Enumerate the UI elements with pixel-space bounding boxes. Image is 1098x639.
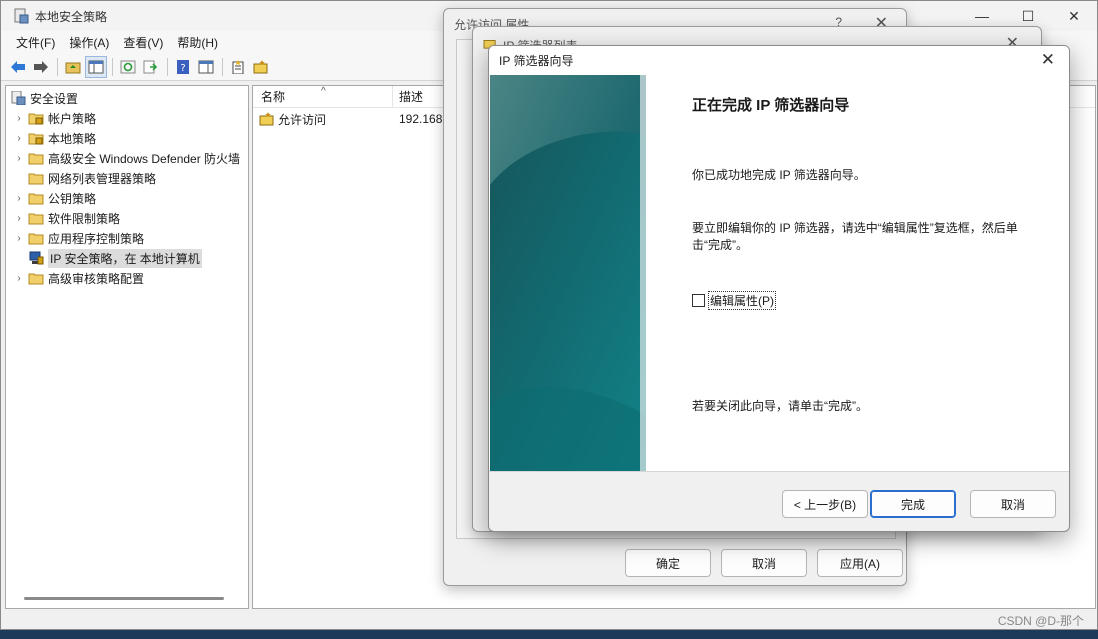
create-ip-policy-button[interactable] (227, 56, 249, 78)
console-tree-icon (88, 60, 104, 73)
new-policy-icon (232, 59, 244, 74)
svg-text:?: ? (180, 63, 185, 74)
chevron-right-icon[interactable]: › (12, 113, 26, 124)
wizard-success-text: 你已成功地完成 IP 筛选器向导。 (692, 168, 866, 182)
edit-properties-checkbox[interactable]: 编辑属性(P) (692, 291, 776, 310)
folder-icon (28, 213, 44, 225)
wizard-banner-image (490, 75, 646, 471)
tree-item-software-restriction[interactable]: › 软件限制策略 (6, 208, 248, 228)
folder-icon (28, 233, 44, 245)
folder-icon (28, 273, 44, 285)
filter-list-icon (259, 112, 274, 126)
tree-item-public-key[interactable]: › 公钥策略 (6, 188, 248, 208)
checkbox-box[interactable] (692, 294, 705, 307)
refresh-button[interactable] (117, 56, 139, 78)
refresh-icon (120, 60, 136, 73)
horizontal-scrollbar[interactable] (24, 597, 224, 600)
security-policy-app-icon (14, 8, 29, 24)
folder-lock-icon (28, 133, 44, 145)
cancel-button[interactable]: 取消 (721, 549, 807, 577)
menu-help[interactable]: 帮助(H) (170, 34, 225, 51)
tree-root[interactable]: 安全设置 (6, 88, 248, 108)
manage-filters-icon (253, 59, 268, 73)
action-pane-icon (198, 60, 214, 73)
close-button[interactable]: ✕ (1051, 1, 1097, 31)
wizard-cancel-button[interactable]: 取消 (970, 490, 1056, 518)
back-step-button[interactable]: < 上一步(B) (782, 490, 868, 518)
chevron-right-icon[interactable]: › (12, 233, 26, 244)
sort-ascending-icon: ^ (321, 86, 326, 97)
show-action-pane-button[interactable] (195, 56, 217, 78)
show-hide-console-tree-button[interactable] (85, 55, 107, 78)
chevron-right-icon[interactable]: › (12, 153, 26, 164)
tree-item-label: 公钥策略 (48, 191, 97, 206)
console-tree: 安全设置 › 帐户策略 › 本地策略 › 高级安全 Windows Defend… (5, 85, 249, 609)
tree-item-account-policies[interactable]: › 帐户策略 (6, 108, 248, 128)
menu-action[interactable]: 操作(A) (62, 34, 116, 51)
ip-filter-wizard: IP 筛选器向导 ✕ 正在完成 IP 筛选器向导 你已成功地完成 IP 筛选器向… (488, 45, 1070, 532)
tree-root-label: 安全设置 (30, 91, 79, 106)
ok-button[interactable]: 确定 (625, 549, 711, 577)
wizard-body: 正在完成 IP 筛选器向导 你已成功地完成 IP 筛选器向导。 要立即编辑你的 … (489, 75, 1069, 471)
security-settings-icon (11, 91, 26, 105)
tree-item-app-control[interactable]: › 应用程序控制策略 (6, 228, 248, 248)
watermark: CSDN @D-那个 (997, 614, 1084, 628)
list-item-name: 允许访问 (278, 112, 327, 127)
up-one-level-button[interactable] (62, 56, 84, 78)
finish-button[interactable]: 完成 (870, 490, 956, 518)
arrow-left-icon (11, 60, 25, 73)
tree-item-advanced-audit[interactable]: › 高级审核策略配置 (6, 268, 248, 288)
wizard-title-bar: IP 筛选器向导 ✕ (489, 46, 1069, 75)
menu-file[interactable]: 文件(F) (9, 34, 62, 51)
help-button[interactable]: ? (172, 56, 194, 78)
export-icon (143, 60, 158, 73)
export-list-button[interactable] (140, 56, 162, 78)
tree-item-network-list[interactable]: 网络列表管理器策略 (6, 168, 248, 188)
wizard-close-instruction: 若要关闭此向导，请单击“完成”。 (692, 399, 868, 413)
tree-item-ip-security[interactable]: IP 安全策略，在 本地计算机 (6, 248, 248, 268)
folder-icon (28, 153, 44, 165)
tree-item-label: 帐户策略 (48, 111, 97, 126)
help-icon: ? (177, 59, 189, 74)
wizard-heading: 正在完成 IP 筛选器向导 (692, 97, 850, 114)
folder-icon (28, 173, 44, 185)
wizard-separator (489, 471, 1069, 472)
tree-item-label: 网络列表管理器策略 (48, 171, 157, 186)
manage-filters-button[interactable] (250, 56, 272, 78)
tree-item-label: 高级安全 Windows Defender 防火墙 (48, 151, 241, 166)
chevron-right-icon[interactable]: › (12, 133, 26, 144)
column-header-description[interactable]: 描述 (393, 88, 423, 105)
chevron-right-icon[interactable]: › (12, 273, 26, 284)
forward-button[interactable] (30, 56, 52, 78)
tree-item-defender-firewall[interactable]: › 高级安全 Windows Defender 防火墙 (6, 148, 248, 168)
back-button[interactable] (7, 56, 29, 78)
apply-button[interactable]: 应用(A) (817, 549, 903, 577)
chevron-right-icon[interactable]: › (12, 193, 26, 204)
folder-up-icon (65, 62, 81, 73)
arrow-right-icon (34, 60, 48, 73)
wizard-edit-instruction: 要立即编辑你的 IP 筛选器，请选中“编辑属性”复选框，然后单击“完成”。 (692, 221, 1018, 252)
edit-properties-label[interactable]: 编辑属性(P) (708, 291, 776, 310)
menu-view[interactable]: 查看(V) (116, 34, 170, 51)
window-title: 本地安全策略 (35, 9, 108, 24)
tree-item-label: 高级审核策略配置 (48, 271, 145, 286)
toolbar-separator (222, 57, 223, 76)
chevron-right-icon[interactable]: › (12, 213, 26, 224)
wizard-close-button[interactable]: ✕ (1041, 50, 1055, 70)
wizard-title: IP 筛选器向导 (499, 54, 574, 68)
tree-item-label: 软件限制策略 (48, 211, 121, 226)
toolbar-separator (112, 57, 113, 76)
toolbar-separator (57, 57, 58, 76)
list-item-description: 192.168 (399, 112, 443, 126)
folder-lock-icon (28, 113, 44, 125)
tree-item-label: 应用程序控制策略 (48, 231, 145, 246)
folder-icon (28, 193, 44, 205)
tree-item-label: 本地策略 (48, 131, 97, 146)
toolbar-separator (167, 57, 168, 76)
tree-item-local-policies[interactable]: › 本地策略 (6, 128, 248, 148)
tree-item-label: IP 安全策略，在 本地计算机 (48, 248, 202, 268)
ip-security-icon (29, 251, 44, 265)
